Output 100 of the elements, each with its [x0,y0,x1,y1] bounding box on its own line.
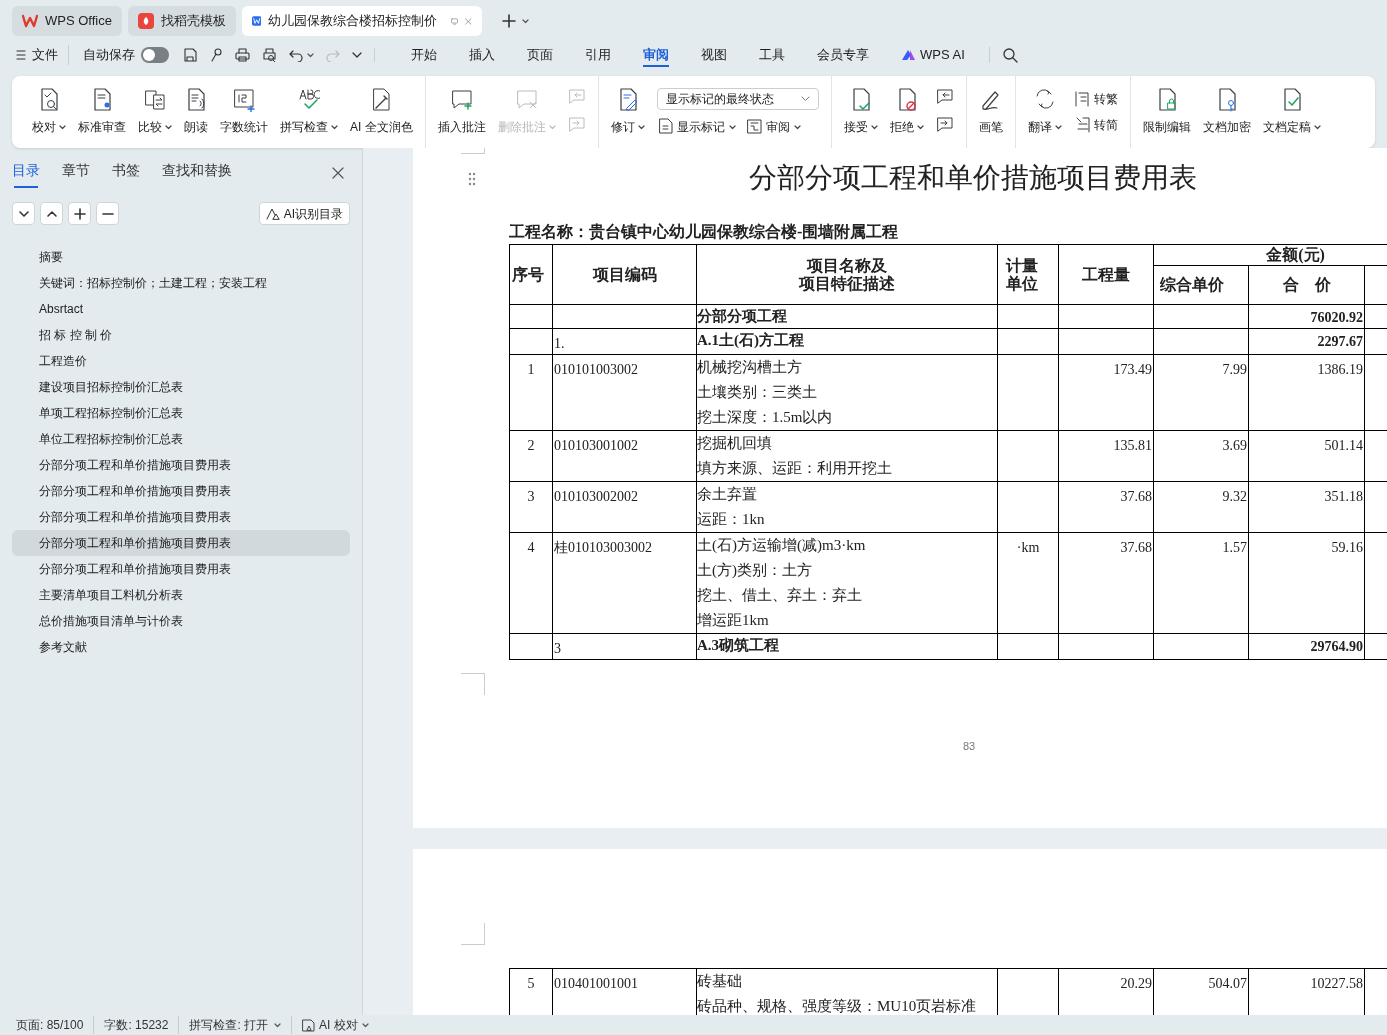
close-icon[interactable] [332,167,344,179]
window-tab[interactable]: WPS Office [12,6,122,36]
item-description: 填方来源、运距：利用开挖土 [697,459,893,478]
row-number: 1 [509,354,553,431]
show-markup-icon [656,118,673,136]
menu-tab[interactable]: 插入 [453,38,511,72]
item-description: 机械挖沟槽土方 [697,358,803,377]
column-header: 项目编码 [552,244,697,305]
item-code: 010101003002 [552,354,697,431]
more-icon[interactable] [352,51,362,59]
ribbon-button[interactable]: 转简 [1073,116,1118,134]
item-description: 土(石)方运输增(减)m3·km [697,536,867,555]
ribbon-button[interactable]: 转繁 [1073,90,1118,108]
caret-icon [1054,124,1062,130]
spellcheck-toggle[interactable]: 拼写检查: 打开 [179,1016,293,1034]
print-icon[interactable] [235,48,250,62]
ribbon-button[interactable]: 朗读 [178,82,214,142]
section-name: A.3砌筑工程 [697,636,781,655]
ribbon-button[interactable]: 显示标记 [656,118,736,136]
ribbon-button[interactable]: 翻译 [1021,82,1068,142]
monitor-icon [451,15,459,27]
toc-item[interactable]: 摘要 [12,244,350,270]
toc-item[interactable]: 参考文献 [12,634,350,660]
ribbon-button[interactable]: 字数统计 [214,82,274,142]
ribbon-button[interactable]: 限制编辑 [1136,82,1197,142]
menu-tab[interactable]: 工具 [743,38,801,72]
save-icon[interactable] [183,48,197,62]
ribbon-button[interactable]: 接受 [837,82,884,142]
total-cell: 29764.90 [1248,633,1365,660]
undo-icon[interactable] [289,48,303,62]
item-code: 3 [552,633,697,660]
toc-item[interactable]: 主要清单项目工料机分析表 [12,582,350,608]
crop-mark [461,673,485,695]
toc-item[interactable]: 单位工程招标控制价汇总表 [12,426,350,452]
print-preview-icon[interactable] [262,48,277,62]
toc-item[interactable]: 招 标 控 制 价 [12,322,350,348]
ribbon-button[interactable]: 修订 [604,82,651,142]
page-count: 页面: 85/100 [16,1016,95,1034]
panel-tab[interactable]: 目录 [12,160,40,186]
ribbon-button[interactable]: 标准审查 [72,82,132,142]
item-description: 挖土、借土、弃土：弃土 [697,586,863,605]
menu-tab[interactable]: 引用 [569,38,627,72]
menu-tab[interactable]: 开始 [395,38,453,72]
menu-tab[interactable]: 页面 [511,38,569,72]
ribbon-button[interactable]: 画笔 [972,82,1009,142]
total-cell: 1386.19 [1248,354,1365,431]
caret-icon [637,124,645,130]
item-code: 010103002002 [552,481,697,533]
window-tab[interactable]: 幼儿园保教综合楼招标控制价 [241,6,482,36]
panel-tab[interactable]: 书签 [112,160,140,186]
ribbon-button[interactable]: 文档定稿 [1256,82,1327,142]
section-name: A.1土(石)方工程 [697,331,806,350]
toc-item[interactable]: 单项工程招标控制价汇总表 [12,400,350,426]
unit-price-cell: 7.99 [1153,354,1249,431]
quantity-cell: 135.81 [1058,430,1154,482]
column-header: 序号 [509,244,553,305]
panel-tab[interactable]: 章节 [62,160,90,186]
toc-item[interactable]: 工程造价 [12,348,350,374]
ai-sparkle-icon [265,207,280,220]
file-menu[interactable]: 文件 [16,45,69,65]
toc-item[interactable]: 建设项目招标控制价汇总表 [12,374,350,400]
ribbon-button[interactable]: 比较 [132,82,178,142]
toc-item[interactable]: 分部分项工程和单价措施项目费用表 [12,504,350,530]
toc-item[interactable]: 分部分项工程和单价措施项目费用表 [12,478,350,504]
toc-item[interactable]: 分部分项工程和单价措施项目费用表 [12,530,350,556]
ribbon-button[interactable]: 拒绝 [883,82,930,142]
autosave-toggle[interactable] [141,47,169,63]
ribbon-button[interactable]: AI 全文润色 [344,82,419,142]
ribbon-button[interactable]: 拼写检查 [274,82,344,142]
ai-toc-button[interactable]: AI识别目录 [258,202,350,225]
document-title: 分部分项工程和单价措施项目费用表 [748,161,1198,195]
drag-handle-icon[interactable] [468,172,476,186]
markup-dropdown[interactable]: 显示标记的最终状态 [656,88,819,110]
item-code: 1. [552,328,697,355]
plus-icon[interactable] [72,206,87,221]
ai-proofread-button[interactable]: AI 校对 [292,1016,379,1034]
caret-icon [307,52,314,58]
menu-tab[interactable]: WPS AI [885,38,981,72]
menu-tab[interactable]: 会员专享 [801,38,885,72]
column-header: 综合单价 [1153,265,1249,305]
ribbon-button[interactable]: 文档加密 [1196,82,1257,142]
panel-tab[interactable]: 查找和替换 [162,160,232,186]
ribbon-button[interactable]: 审阅 [745,118,801,136]
unit-price-cell: 3.69 [1153,430,1249,482]
ribbon-button[interactable]: 校对 [26,82,72,142]
toc-item[interactable]: 总价措施项目清单与计价表 [12,608,350,634]
item-description: 砖品种、规格、强度等级：MU10页岩标准 [697,997,978,1015]
menu-tab[interactable]: 审阅 [627,38,685,72]
toc-item[interactable]: Absrtact [12,296,350,322]
toc-item[interactable]: 关键词：招标控制价；土建工程；安装工程 [12,270,350,296]
search-icon[interactable] [1001,47,1018,63]
toc-item[interactable]: 分部分项工程和单价措施项目费用表 [12,452,350,478]
menu-tab[interactable]: 视图 [685,38,743,72]
window-tab[interactable]: 找稻壳模板 [127,6,236,36]
word-count: 字数: 15232 [94,1016,180,1034]
read-aloud-icon [185,88,207,112]
toc-item[interactable]: 分部分项工程和单价措施项目费用表 [12,556,350,582]
standard-review-icon [91,88,113,112]
ribbon-button[interactable]: 插入批注 [431,82,492,142]
plus-icon[interactable] [501,14,516,28]
